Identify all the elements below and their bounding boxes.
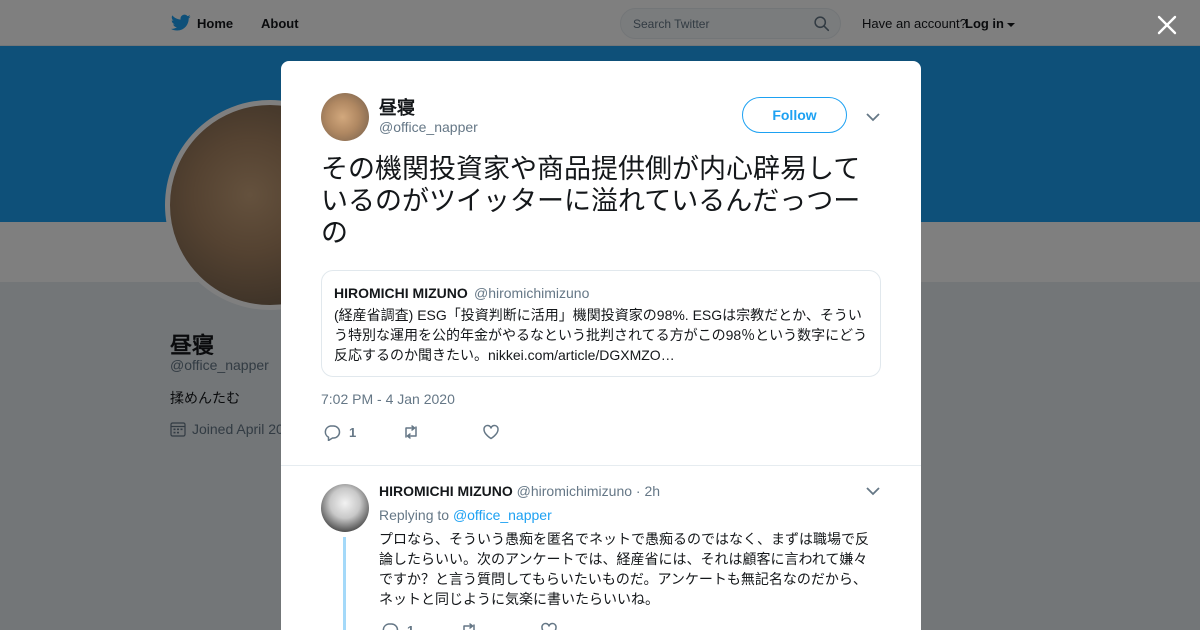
- like-action[interactable]: [482, 423, 508, 441]
- reply-header: HIROMICHI MIZUNO @hiromichimizuno · 2h: [379, 483, 660, 499]
- tweet-timestamp[interactable]: 7:02 PM - 4 Jan 2020: [321, 391, 455, 407]
- reply-icon[interactable]: [381, 621, 399, 630]
- reply-icon[interactable]: [323, 423, 341, 441]
- quoted-tweet[interactable]: HIROMICHI MIZUNO @hiromichimizuno (経産省調査…: [321, 270, 881, 377]
- reply-time[interactable]: · 2h: [636, 483, 660, 499]
- reply-author-handle[interactable]: @hiromichimizuno: [517, 483, 632, 499]
- replying-mention[interactable]: @office_napper: [453, 507, 552, 523]
- replying-prefix: Replying to: [379, 507, 450, 523]
- tweet-text: その機関投資家や商品提供側が内心辟易しているのがツイッターに溢れているんだっつー…: [321, 154, 861, 248]
- retweet-action[interactable]: [402, 423, 428, 441]
- tweet-author-name[interactable]: 昼寝: [379, 94, 415, 120]
- heart-icon[interactable]: [482, 423, 500, 441]
- retweet-icon[interactable]: [460, 621, 478, 630]
- reply-author-avatar[interactable]: [321, 484, 369, 532]
- reply-count: 1: [349, 424, 357, 440]
- reply-count: 1: [407, 622, 415, 630]
- heart-icon[interactable]: [540, 621, 558, 630]
- chevron-down-icon[interactable]: [866, 112, 880, 122]
- chevron-down-icon[interactable]: [866, 486, 880, 496]
- quoted-author-name: HIROMICHI MIZUNO: [334, 285, 468, 301]
- reply-text: プロなら、そういう愚痴を匿名でネットで愚痴るのではなく、まずは職場で反論したらい…: [379, 531, 869, 607]
- retweet-icon[interactable]: [402, 423, 420, 441]
- like-action[interactable]: [540, 621, 558, 630]
- retweet-action[interactable]: [460, 621, 478, 630]
- reply-author-name[interactable]: HIROMICHI MIZUNO: [379, 483, 513, 499]
- tweet-modal: 昼寝 @office_napper Follow その機関投資家や商品提供側が内…: [281, 61, 921, 630]
- tweet-author-avatar[interactable]: [321, 93, 369, 141]
- reply-action[interactable]: 1: [323, 423, 356, 441]
- divider: [281, 465, 921, 466]
- close-icon[interactable]: [1155, 13, 1179, 37]
- quoted-author-handle: @hiromichimizuno: [474, 285, 590, 301]
- follow-button[interactable]: Follow: [742, 97, 847, 133]
- thread-connector: [343, 537, 346, 630]
- quoted-tweet-text: (経産省調査) ESG「投資判断に活用」機関投資家の98%. ESGは宗教だとか…: [334, 307, 868, 363]
- tweet-author-handle[interactable]: @office_napper: [379, 119, 478, 135]
- replying-to: Replying to @office_napper: [379, 507, 552, 523]
- reply-action[interactable]: 1: [381, 621, 414, 630]
